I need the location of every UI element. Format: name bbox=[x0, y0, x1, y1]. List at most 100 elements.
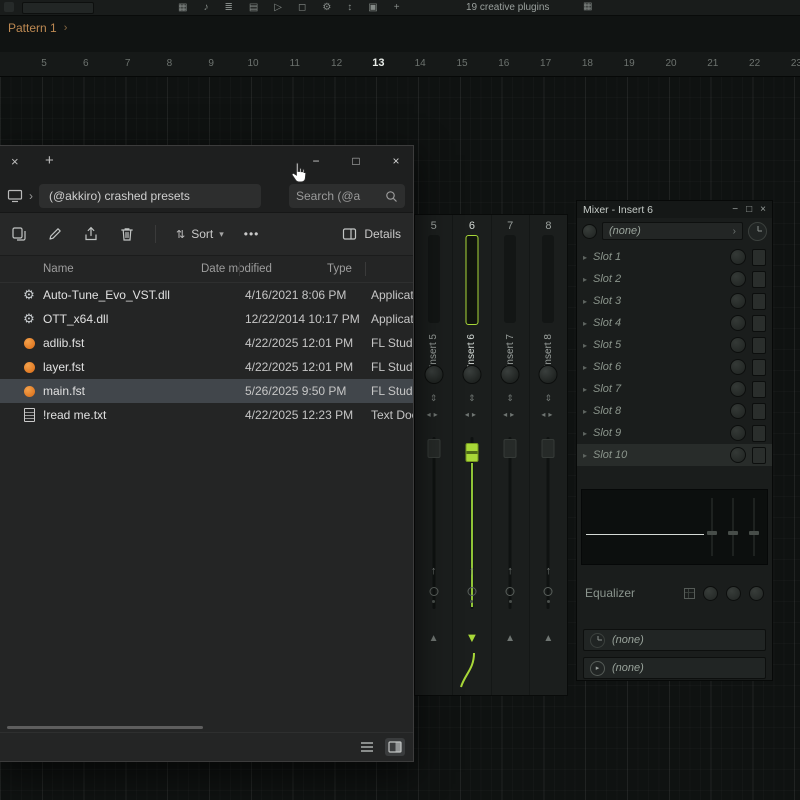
slot-mix-knob[interactable] bbox=[730, 359, 746, 375]
pan-lr-icon[interactable]: ◂▸ bbox=[453, 410, 490, 419]
file-row[interactable]: Auto-Tune_Evo_VST.dll4/16/2021 8:06 PMAp… bbox=[0, 283, 413, 307]
piano-roll-icon[interactable]: ♪ bbox=[203, 1, 208, 14]
fader-handle[interactable] bbox=[427, 439, 440, 458]
mixer-strip-insert-5[interactable]: 5Insert 5⇕◂▸↑▲ bbox=[415, 215, 453, 695]
share-icon[interactable] bbox=[83, 226, 99, 242]
slot-mix-knob[interactable] bbox=[730, 315, 746, 331]
stereo-arrows-icon[interactable]: ⇕ bbox=[415, 393, 452, 404]
pan-lr-icon[interactable]: ◂▸ bbox=[530, 410, 567, 419]
timeline-bar-number[interactable]: 22 bbox=[749, 58, 760, 69]
grid-icon[interactable] bbox=[684, 588, 695, 599]
pattern-selector[interactable]: Pattern 1 › bbox=[8, 21, 67, 35]
settings-icon[interactable]: ⚙ bbox=[322, 1, 331, 14]
stop-icon[interactable]: ◻ bbox=[298, 1, 306, 14]
pan-lr-icon[interactable]: ◂▸ bbox=[415, 410, 452, 419]
timeline-bar-number[interactable]: 15 bbox=[456, 58, 467, 69]
mixer-slot-row[interactable]: ▸Slot 3 bbox=[577, 290, 772, 312]
timeline-bar-number[interactable]: 6 bbox=[83, 58, 89, 69]
slot-enable-button[interactable] bbox=[752, 315, 766, 332]
horizontal-scrollbar[interactable] bbox=[7, 726, 203, 729]
timeline-bar-number[interactable]: 13 bbox=[372, 57, 384, 69]
column-header-date[interactable]: Date modified bbox=[195, 263, 321, 275]
timeline-bar-number[interactable]: 19 bbox=[624, 58, 635, 69]
column-divider[interactable] bbox=[365, 262, 366, 276]
slot-enable-button[interactable] bbox=[752, 337, 766, 354]
timeline-bar-number[interactable]: 20 bbox=[665, 58, 676, 69]
file-row[interactable]: layer.fst4/22/2025 12:01 PMFL Studio bbox=[0, 355, 413, 379]
fader-handle[interactable] bbox=[542, 439, 555, 458]
column-header-name[interactable]: Name bbox=[0, 263, 195, 275]
eq-low-knob[interactable] bbox=[703, 586, 718, 601]
more-options-icon[interactable]: ••• bbox=[244, 227, 260, 241]
slot-enable-button[interactable] bbox=[752, 271, 766, 288]
pan-lr-icon[interactable]: ◂▸ bbox=[492, 410, 529, 419]
stereo-arrows-icon[interactable]: ⇕ bbox=[453, 393, 490, 404]
close-icon[interactable]: × bbox=[760, 204, 766, 215]
slot-mix-knob[interactable] bbox=[730, 425, 746, 441]
list-view-button[interactable] bbox=[357, 738, 377, 756]
slot-mix-knob[interactable] bbox=[730, 271, 746, 287]
copy-icon[interactable] bbox=[11, 226, 27, 242]
eq-high-knob[interactable] bbox=[749, 586, 764, 601]
menu-icon[interactable] bbox=[4, 2, 14, 12]
file-row[interactable]: !read me.txt4/22/2025 12:23 PMText Docu bbox=[0, 403, 413, 427]
slot-enable-button[interactable] bbox=[752, 293, 766, 310]
delete-icon[interactable] bbox=[119, 226, 135, 242]
mixer-slot-row[interactable]: ▸Slot 6 bbox=[577, 356, 772, 378]
route-arrow-icon[interactable]: ▼ bbox=[453, 630, 490, 645]
timeline-bar-number[interactable]: 7 bbox=[125, 58, 131, 69]
pan-knob[interactable] bbox=[462, 365, 481, 384]
close-icon[interactable]: × bbox=[383, 154, 409, 168]
slot-mix-knob[interactable] bbox=[730, 447, 746, 463]
volume-fader[interactable] bbox=[492, 437, 529, 609]
grid-icon[interactable]: ▣ bbox=[368, 1, 377, 14]
volume-fader[interactable] bbox=[453, 437, 490, 609]
play-icon[interactable]: ▷ bbox=[274, 1, 282, 14]
pane-view-button[interactable] bbox=[385, 738, 405, 756]
new-tab-icon[interactable]: + bbox=[45, 152, 54, 169]
output-fx-slot[interactable]: ▸ (none) bbox=[583, 657, 766, 679]
time-fx-slot[interactable]: (none) bbox=[583, 629, 766, 651]
chevron-right-icon[interactable]: › bbox=[29, 189, 33, 203]
typing-keyboard-icon[interactable]: ▦ bbox=[583, 1, 592, 12]
timeline-bar-number[interactable]: 12 bbox=[331, 58, 342, 69]
slot-mix-knob[interactable] bbox=[730, 337, 746, 353]
swap-icon[interactable]: ↕ bbox=[347, 1, 352, 14]
this-pc-icon[interactable] bbox=[7, 189, 23, 203]
timeline-bar-number[interactable]: 10 bbox=[247, 58, 258, 69]
strip-indicator[interactable] bbox=[467, 587, 476, 596]
file-row[interactable]: adlib.fst4/22/2025 12:01 PMFL Studio bbox=[0, 331, 413, 355]
pan-knob[interactable] bbox=[424, 365, 443, 384]
slot-mix-knob[interactable] bbox=[730, 403, 746, 419]
strip-indicator[interactable] bbox=[429, 587, 438, 596]
maximize-icon[interactable]: □ bbox=[746, 204, 752, 215]
timeline-bar-number[interactable]: 16 bbox=[498, 58, 509, 69]
eq-mid-knob[interactable] bbox=[726, 586, 741, 601]
mixer-slot-row[interactable]: ▸Slot 9 bbox=[577, 422, 772, 444]
slot-enable-button[interactable] bbox=[752, 359, 766, 376]
stereo-arrows-icon[interactable]: ⇕ bbox=[530, 393, 567, 404]
maximize-icon[interactable]: □ bbox=[343, 154, 369, 168]
slot-enable-button[interactable] bbox=[752, 249, 766, 266]
route-arrow-icon[interactable]: ▲ bbox=[530, 633, 567, 644]
mixer-slot-row[interactable]: ▸Slot 4 bbox=[577, 312, 772, 334]
slot-enable-button[interactable] bbox=[752, 425, 766, 442]
eq-band-slider[interactable] bbox=[705, 495, 719, 559]
slot-enable-button[interactable] bbox=[752, 381, 766, 398]
address-field[interactable]: (@akkiro) crashed presets bbox=[39, 184, 261, 208]
stereo-arrows-icon[interactable]: ⇕ bbox=[492, 393, 529, 404]
slot-enable-button[interactable] bbox=[752, 403, 766, 420]
mixer-slot-row[interactable]: ▸Slot 7 bbox=[577, 378, 772, 400]
mixer-slot-row[interactable]: ▸Slot 1 bbox=[577, 246, 772, 268]
route-arrow-icon[interactable]: ▲ bbox=[492, 633, 529, 644]
timeline-bar-number[interactable]: 17 bbox=[540, 58, 551, 69]
timeline-bar-number[interactable]: 14 bbox=[415, 58, 426, 69]
mixer-titlebar[interactable]: Mixer - Insert 6 − □ × bbox=[577, 201, 772, 218]
slot-mix-knob[interactable] bbox=[730, 249, 746, 265]
timeline-bar-number[interactable]: 18 bbox=[582, 58, 593, 69]
file-row[interactable]: OTT_x64.dll12/22/2014 10:17 PMApplicatio… bbox=[0, 307, 413, 331]
volume-fader[interactable] bbox=[530, 437, 567, 609]
pattern-selector-box[interactable] bbox=[22, 2, 94, 14]
strip-indicator[interactable] bbox=[544, 587, 553, 596]
mixer-strip-insert-6[interactable]: 6Insert 6⇕◂▸↑▼ bbox=[453, 215, 491, 695]
